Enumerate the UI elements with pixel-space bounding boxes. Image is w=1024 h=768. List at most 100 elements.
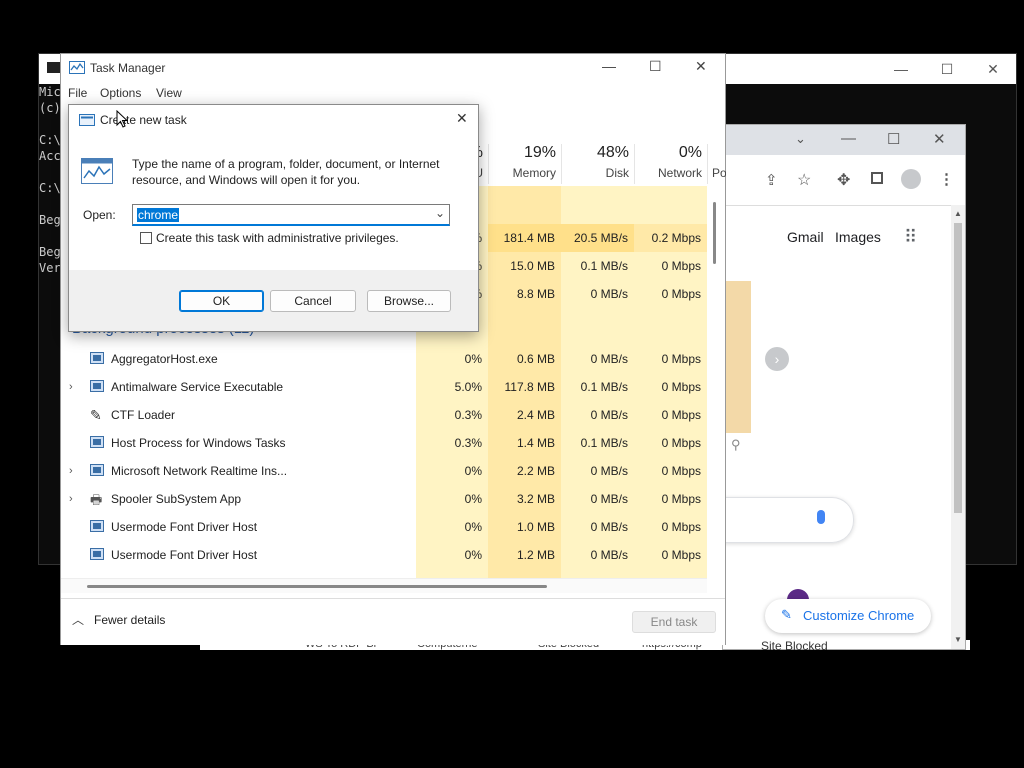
column-header-disk[interactable]: 48% Disk [561,144,635,184]
console-line: Beg [39,213,61,227]
chevron-up-icon[interactable]: ︿ [72,611,84,628]
share-icon[interactable]: ⇪ [765,171,778,189]
customize-chrome-button[interactable]: ✎ Customize Chrome [765,599,931,633]
network-cell: 0 Mbps [661,492,701,506]
network-cell: 0 Mbps [661,287,701,301]
minimize-icon[interactable]: — [878,54,924,84]
task-manager-title-bar[interactable]: Task Manager — ☐ ✕ [61,54,725,82]
expand-chevron-icon[interactable]: › [69,485,73,513]
chevron-down-icon[interactable]: ⌄ [435,206,445,220]
maximize-icon[interactable]: ☐ [924,54,970,84]
scrollbar[interactable]: ▲ ▼ [951,205,965,649]
column-label: Network [657,166,702,180]
task-manager-icon [69,61,85,74]
menu-options[interactable]: Options [100,86,141,100]
chrome-tab-strip[interactable]: ⌄ — ☐ ✕ [723,125,965,155]
microphone-icon[interactable] [817,510,825,524]
footer: ︿ Fewer details End task [61,598,725,645]
maximize-icon[interactable]: ☐ [887,130,900,148]
cpu-cell: 0% [464,492,482,506]
printer-icon: 🖶 [90,492,103,507]
table-row[interactable]: AggregatorHost.exe 0% 0.6 MB 0 MB/s 0 Mb… [61,345,706,373]
more-menu-icon[interactable]: ⋮ [939,170,954,188]
extensions-icon[interactable]: ✥ [837,170,850,190]
side-panel-icon[interactable] [871,172,883,184]
browse-button[interactable]: Browse... [367,290,451,312]
cancel-button[interactable]: Cancel [270,290,356,312]
scrollbar-thumb[interactable] [954,223,962,513]
open-input-value[interactable]: chrome [137,208,180,222]
vertical-scrollbar-thumb[interactable] [713,202,716,264]
disk-cell: 0 MB/s [590,287,628,301]
cpu-cell: 0% [464,352,482,366]
close-icon[interactable]: ✕ [970,54,1016,84]
cpu-cell: 0.3% [454,408,482,422]
customize-chrome-label: Customize Chrome [803,608,915,623]
memory-cell: 181.4 MB [488,224,561,252]
disk-cell: 0 MB/s [590,352,628,366]
table-row[interactable]: Usermode Font Driver Host 0% 1.2 MB 0 MB… [61,541,706,569]
column-header-memory[interactable]: 19% Memory [488,144,562,184]
console-line: C:\ [39,133,61,147]
fewer-details-link[interactable]: Fewer details [94,613,165,627]
expand-chevron-icon[interactable]: › [69,457,73,485]
minimize-icon[interactable]: — [602,58,616,74]
table-row[interactable]: ✎ CTF Loader 0.3% 2.4 MB 0 MB/s 0 Mbps [61,401,706,429]
network-cell: 0 Mbps [661,520,701,534]
column-label: Po [712,166,726,180]
apps-grid-icon[interactable]: ⠿ [904,227,917,248]
disk-cell: 0 MB/s [590,520,628,534]
table-row[interactable]: Host Process for Windows Tasks 0.3% 1.4 … [61,429,706,457]
background-text: Site Blocked [761,639,828,653]
minimize-icon[interactable]: — [841,130,856,147]
network-cell: 0.2 Mbps [634,224,707,252]
menu-view[interactable]: View [156,86,182,100]
console-line: Mic [39,85,61,99]
admin-privileges-checkbox[interactable] [140,232,152,244]
gmail-link[interactable]: Gmail [787,229,824,245]
column-percent: 0% [678,144,702,161]
pen-icon: ✎ [90,407,102,423]
menu-file[interactable]: File [68,86,87,100]
table-row[interactable]: › Antimalware Service Executable 5.0% 11… [61,373,706,401]
maximize-icon[interactable]: ☐ [649,58,662,75]
ok-button[interactable]: OK [179,290,264,312]
memory-cell: 1.4 MB [516,436,555,450]
disk-cell: 0 MB/s [590,492,628,506]
close-icon[interactable]: ✕ [695,58,707,75]
console-line: Beg [39,245,61,259]
images-link[interactable]: Images [835,229,881,245]
mouse-cursor-icon [116,110,128,128]
open-combobox[interactable]: chrome ⌄ [132,204,450,226]
scroll-up-icon[interactable]: ▲ [954,209,962,218]
table-row[interactable]: Usermode Font Driver Host 0% 1.0 MB 0 MB… [61,513,706,541]
column-header-network[interactable]: 0% Network [634,144,708,184]
horizontal-scrollbar[interactable] [61,578,707,593]
table-row[interactable]: › 🖶 Spooler SubSystem App 0% 3.2 MB 0 MB… [61,485,706,513]
admin-privileges-label[interactable]: Create this task with administrative pri… [156,231,399,245]
end-task-button[interactable]: End task [632,611,716,633]
chevron-down-icon[interactable]: ⌄ [795,131,806,147]
search-box[interactable] [723,497,854,543]
column-header-power[interactable]: Po [707,144,726,184]
memory-cell: 2.4 MB [516,408,555,422]
close-icon[interactable]: ✕ [456,110,468,127]
app-icon [90,436,104,448]
network-cell: 0 Mbps [661,464,701,478]
console-app-icon [47,62,61,73]
expand-chevron-icon[interactable]: › [69,373,73,401]
create-new-task-dialog: Create new task ✕ Type the name of a pro… [68,104,479,332]
horizontal-scrollbar-thumb[interactable] [87,585,547,588]
table-row[interactable]: › Microsoft Network Realtime Ins... 0% 2… [61,457,706,485]
next-arrow-icon[interactable]: › [765,347,789,371]
profile-avatar-icon[interactable] [901,169,921,189]
disk-cell: 0.1 MB/s [580,436,628,450]
memory-cell: 0.6 MB [516,352,555,366]
memory-cell: 8.8 MB [516,287,555,301]
scroll-down-icon[interactable]: ▼ [954,635,962,644]
open-label: Open: [83,208,116,222]
bookmark-star-icon[interactable]: ☆ [797,170,811,190]
close-icon[interactable]: ✕ [933,130,946,148]
search-icon: ⚲ [731,437,741,452]
doodle-image [725,281,751,433]
